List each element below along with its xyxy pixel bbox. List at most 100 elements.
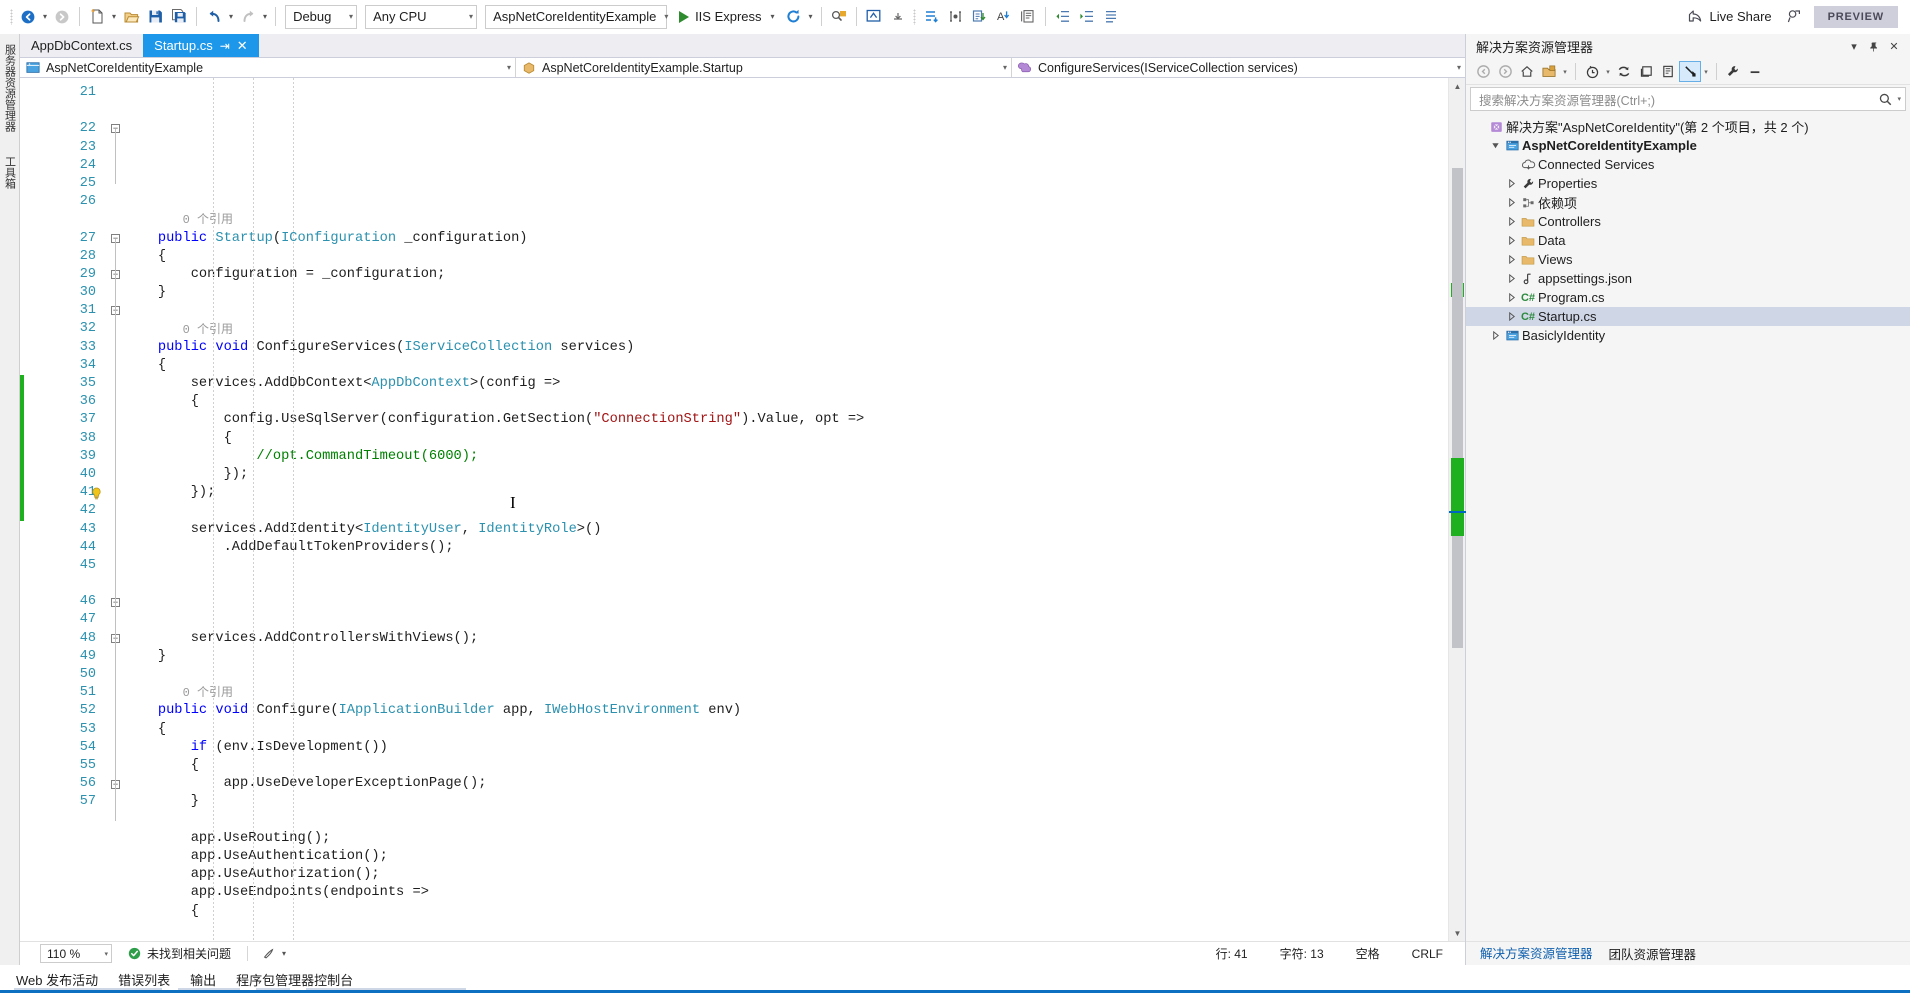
tree-item-startup-cs[interactable]: C#Startup.cs <box>1466 307 1910 326</box>
scroll-up-arrow[interactable]: ▲ <box>1449 78 1466 94</box>
scroll-down-arrow[interactable]: ▼ <box>1449 925 1466 941</box>
expand-collapse-icon-closed[interactable] <box>1504 217 1518 226</box>
tree-item-[interactable]: 依赖项 <box>1466 193 1910 212</box>
tree-item-appsettings-json[interactable]: appsettings.json <box>1466 269 1910 288</box>
toggle-outlining-icon[interactable] <box>1016 4 1040 30</box>
tree-item-data[interactable]: Data <box>1466 231 1910 250</box>
expand-collapse-icon-closed[interactable] <box>1504 274 1518 283</box>
outlining-margin[interactable]: −−−−−−− <box>109 78 125 941</box>
codelens-reference-count[interactable]: 0 个引用 <box>125 686 233 700</box>
tab-appdbcontext-cs[interactable]: AppDbContext.cs <box>20 34 143 57</box>
back-icon[interactable] <box>1472 61 1494 82</box>
preview-items-dropdown[interactable]: ▾ <box>1701 68 1711 76</box>
select-element-icon[interactable] <box>862 4 886 30</box>
toolbar-grip-2[interactable] <box>910 7 920 27</box>
save-icon[interactable] <box>143 4 167 30</box>
rail-tab-toolbox[interactable]: 工具箱 <box>1 152 19 193</box>
close-icon[interactable]: ✕ <box>237 39 248 52</box>
hot-reload-dropdown[interactable]: ▾ <box>806 13 816 21</box>
window-menu-icon[interactable]: ▾ <box>1844 37 1864 57</box>
redo-icon[interactable] <box>236 4 260 30</box>
forward-icon[interactable] <box>1494 61 1516 82</box>
tree-item-aspnetcoreidentityexample[interactable]: AspNetCoreIdentityExample <box>1466 136 1910 155</box>
collapse-all-icon[interactable] <box>1635 61 1657 82</box>
pin-icon[interactable]: ⇥ <box>220 40 230 52</box>
scrollbar-thumb[interactable] <box>1452 168 1463 648</box>
tab-team-explorer[interactable]: 团队资源管理器 <box>1601 941 1705 966</box>
rail-tab-server-explorer[interactable]: 服务器资源管理器 <box>1 40 19 136</box>
navigate-backward-dropdown[interactable]: ▾ <box>40 13 50 21</box>
intellicode-indicator[interactable]: ▾ <box>262 947 300 961</box>
navbar-project-combo[interactable]: AspNetCoreIdentityExample ▾ <box>20 58 516 77</box>
refresh-icon[interactable] <box>1613 61 1635 82</box>
tab-solution-explorer[interactable]: 解决方案资源管理器 <box>1472 940 1601 967</box>
navbar-member-combo[interactable]: ConfigureServices(IServiceCollection ser… <box>1012 58 1465 77</box>
go-to-next-icon[interactable] <box>920 4 944 30</box>
solution-tree[interactable]: 解决方案"AspNetCoreIdentity"(第 2 个项目，共 2 个)A… <box>1466 114 1910 941</box>
navigate-forward-button[interactable] <box>50 4 74 30</box>
comment-out-icon[interactable] <box>968 4 992 30</box>
live-share-button[interactable]: Live Share <box>1677 4 1782 30</box>
expand-collapse-icon-closed[interactable] <box>1504 236 1518 245</box>
solution-platform-combo[interactable]: Any CPU ▾ <box>365 5 477 29</box>
search-dropdown-icon[interactable]: ▾ <box>1897 95 1901 103</box>
expand-collapse-icon-open[interactable] <box>1488 141 1502 150</box>
live-preview-icon[interactable] <box>827 4 851 30</box>
toolbar-grip[interactable] <box>6 7 16 27</box>
lightbulb-icon[interactable] <box>91 487 102 499</box>
startup-project-combo[interactable]: AspNetCoreIdentityExample ▾ <box>485 5 667 29</box>
navigate-backward-button[interactable] <box>16 4 40 30</box>
format-document-icon[interactable] <box>1099 4 1123 30</box>
undo-icon[interactable] <box>202 4 226 30</box>
eol-indicator[interactable]: CRLF <box>1396 947 1459 961</box>
code-editor-surface[interactable]: 2122232425262728293031323334353637383940… <box>20 78 1465 941</box>
home-icon[interactable] <box>1516 61 1538 82</box>
tree-item-basiclyidentity[interactable]: BasiclyIdentity <box>1466 326 1910 345</box>
code-text-area[interactable]: I 0 个引用 public Startup(IConfiguration _c… <box>125 78 1448 941</box>
tree-item-connected-services[interactable]: Connected Services <box>1466 155 1910 174</box>
pending-changes-dropdown[interactable]: ▾ <box>1603 68 1613 76</box>
codelens-reference-count[interactable]: 0 个引用 <box>125 323 233 337</box>
collapse-toolbar-icon[interactable] <box>886 4 910 30</box>
switch-views-dropdown[interactable]: ▾ <box>1560 68 1570 76</box>
dash-icon[interactable] <box>1744 61 1766 82</box>
expand-collapse-icon-closed[interactable] <box>1504 179 1518 188</box>
show-all-files-icon[interactable] <box>1657 61 1679 82</box>
start-debugging-button[interactable]: IIS Express ▾ <box>671 4 781 30</box>
navbar-type-combo[interactable]: AspNetCoreIdentityExample.Startup ▾ <box>516 58 1012 77</box>
hot-reload-icon[interactable] <box>782 4 806 30</box>
new-item-dropdown[interactable]: ▾ <box>109 13 119 21</box>
solution-configuration-combo[interactable]: Debug ▾ <box>285 5 357 29</box>
redo-dropdown[interactable]: ▾ <box>260 13 270 21</box>
uncomment-icon[interactable]: A <box>992 4 1016 30</box>
tree-item-program-cs[interactable]: C#Program.cs <box>1466 288 1910 307</box>
solution-explorer-search[interactable]: 搜索解决方案资源管理器(Ctrl+;) ▾ <box>1470 87 1906 111</box>
open-file-icon[interactable] <box>119 4 143 30</box>
indent-indicator[interactable]: 空格 <box>1340 945 1396 962</box>
expand-collapse-icon-closed[interactable] <box>1504 293 1518 302</box>
comment-selection-icon[interactable] <box>944 4 968 30</box>
preview-selected-items-icon[interactable] <box>1679 61 1701 82</box>
expand-collapse-icon-closed[interactable] <box>1488 331 1502 340</box>
expand-collapse-icon-closed[interactable] <box>1504 255 1518 264</box>
tree-item-controllers[interactable]: Controllers <box>1466 212 1910 231</box>
issues-indicator[interactable]: 未找到相关问题 <box>128 945 245 962</box>
chevron-down-icon[interactable]: ▾ <box>768 13 778 21</box>
editor-vertical-scrollbar[interactable]: ▲ ▼ <box>1448 78 1465 941</box>
new-item-icon[interactable] <box>85 4 109 30</box>
save-all-icon[interactable] <box>167 4 191 30</box>
feedback-icon[interactable] <box>1782 4 1806 30</box>
expand-collapse-icon-closed[interactable] <box>1504 198 1518 207</box>
undo-dropdown[interactable]: ▾ <box>226 13 236 21</box>
increase-indent-icon[interactable] <box>1075 4 1099 30</box>
properties-wrench-icon[interactable] <box>1722 61 1744 82</box>
tree-item-views[interactable]: Views <box>1466 250 1910 269</box>
codelens-reference-count[interactable]: 0 个引用 <box>125 213 233 227</box>
pending-changes-icon[interactable] <box>1581 61 1603 82</box>
switch-views-icon[interactable] <box>1538 61 1560 82</box>
zoom-level-select[interactable]: 110 % ▾ <box>40 944 112 963</box>
close-icon[interactable]: ✕ <box>1884 37 1904 57</box>
tree-item-aspnetcoreidentity-2-2[interactable]: 解决方案"AspNetCoreIdentity"(第 2 个项目，共 2 个) <box>1466 117 1910 136</box>
pin-icon[interactable] <box>1864 37 1884 57</box>
tab-startup-cs[interactable]: Startup.cs ⇥ ✕ <box>143 34 259 57</box>
